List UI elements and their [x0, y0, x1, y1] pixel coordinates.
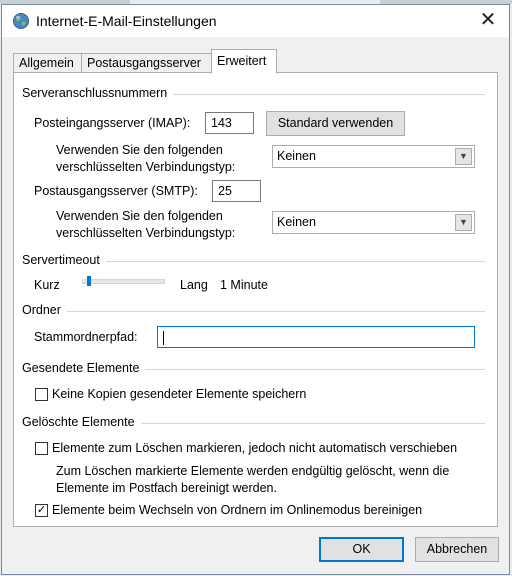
no-copies-checkbox[interactable]	[35, 388, 48, 401]
globe-icon	[12, 12, 30, 30]
timeout-long-label: Lang	[180, 278, 208, 292]
outgoing-encryption-select[interactable]: Keinen ▼	[272, 211, 475, 234]
close-button[interactable]: ✕	[467, 5, 509, 37]
outgoing-encryption-value: Keinen	[277, 215, 316, 229]
mark-for-deletion-label[interactable]: Elemente zum Löschen markieren, jedoch n…	[52, 440, 457, 457]
group-title-server-ports: Serveranschlussnummern	[22, 86, 174, 100]
deletion-info-line1: Zum Löschen markierte Elemente werden en…	[56, 464, 450, 478]
chevron-down-icon[interactable]: ▼	[455, 148, 472, 165]
timeout-slider-thumb[interactable]	[86, 276, 91, 286]
no-copies-label[interactable]: Keine Kopien gesendeter Elemente speiche…	[52, 386, 306, 403]
use-default-button[interactable]: Standard verwenden	[266, 111, 405, 136]
ok-button[interactable]: OK	[319, 537, 404, 562]
group-separator	[22, 311, 485, 312]
mark-for-deletion-checkbox[interactable]	[35, 442, 48, 455]
purge-on-switch-label[interactable]: Elemente beim Wechseln von Ordnern im On…	[52, 502, 422, 519]
incoming-server-label: Posteingangsserver (IMAP):	[34, 116, 191, 130]
timeout-value-label: 1 Minute	[220, 278, 268, 292]
text-caret	[163, 330, 164, 345]
outgoing-encryption-label-line1: Verwenden Sie den folgenden	[56, 209, 223, 223]
outgoing-encryption-label-line2: verschlüsselten Verbindungstyp:	[56, 226, 236, 240]
deletion-info-line2: Elemente im Postfach bereinigt werden.	[56, 481, 277, 495]
group-title-timeout: Servertimeout	[22, 253, 106, 267]
tab-erweitert[interactable]: Erweitert	[211, 49, 277, 74]
incoming-encryption-label-line2: verschlüsselten Verbindungstyp:	[56, 160, 236, 174]
group-title-sent-items: Gesendete Elemente	[22, 361, 146, 375]
outgoing-server-label: Postausgangsserver (SMTP):	[34, 184, 198, 198]
tab-allgemein[interactable]: Allgemein	[13, 53, 82, 73]
root-folder-path-label: Stammordnerpfad:	[34, 330, 138, 344]
incoming-encryption-select[interactable]: Keinen ▼	[272, 145, 475, 168]
group-title-folders: Ordner	[22, 303, 67, 317]
timeout-slider-track[interactable]	[82, 279, 165, 284]
chevron-down-icon[interactable]: ▼	[455, 214, 472, 231]
tab-postausgangsserver[interactable]: Postausgangsserver	[81, 53, 212, 73]
advanced-tab-panel: Serveranschlussnummern Posteingangsserve…	[13, 72, 498, 527]
timeout-short-label: Kurz	[34, 278, 60, 292]
title-bar: Internet-E-Mail-Einstellungen ✕	[2, 5, 509, 37]
cancel-button[interactable]: Abbrechen	[415, 537, 499, 562]
incoming-encryption-value: Keinen	[277, 149, 316, 163]
incoming-port-input[interactable]: 143	[205, 112, 254, 134]
incoming-encryption-label-line1: Verwenden Sie den folgenden	[56, 143, 223, 157]
group-title-deleted-items: Gelöschte Elemente	[22, 415, 141, 429]
purge-on-switch-checkbox[interactable]: ✓	[35, 504, 48, 517]
outgoing-port-input[interactable]: 25	[212, 180, 261, 202]
root-folder-path-input[interactable]	[157, 326, 475, 348]
dialog-title: Internet-E-Mail-Einstellungen	[36, 13, 217, 29]
email-settings-dialog: Internet-E-Mail-Einstellungen ✕ Allgemei…	[1, 4, 510, 575]
